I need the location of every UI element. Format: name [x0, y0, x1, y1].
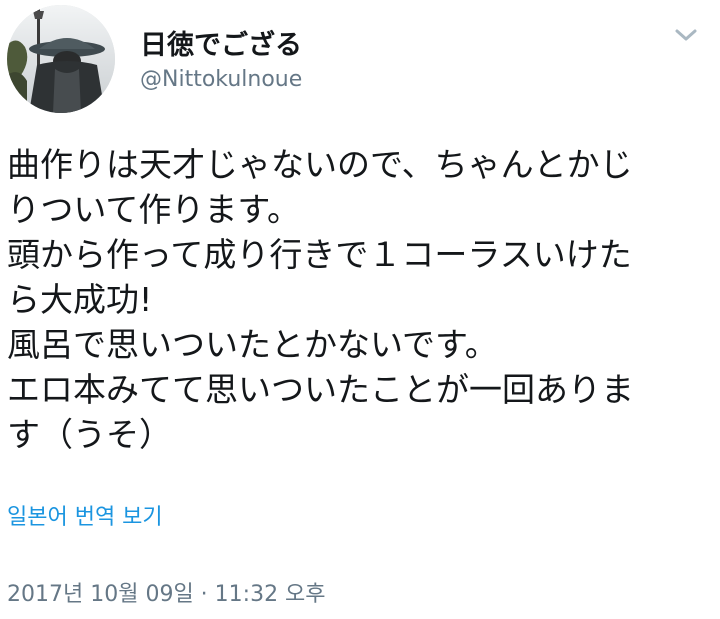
avatar-photo	[7, 5, 115, 113]
tweet-detail: 日徳でござる @Nittokulnoue 曲作りは天才じゃないので、ちゃんとかじ…	[0, 0, 720, 619]
tweet-text: 曲作りは天才じゃないので、ちゃんとかじ りついて作ります。 頭から作って成り行き…	[7, 142, 697, 457]
tweet-text-line: エロ本みてて思いついたことが一回ありま	[7, 370, 634, 409]
user-handle[interactable]: @Nittokulnoue	[140, 67, 302, 92]
tweet-text-line: りついて作ります。	[7, 190, 301, 229]
tweet-text-line: す（うそ）	[7, 415, 172, 454]
tweet-text-line: 風呂で思いついたとかないです。	[7, 325, 498, 364]
chevron-down-icon[interactable]	[672, 24, 700, 46]
tweet-text-line: 頭から作って成り行きで１コーラスいけた	[7, 235, 632, 274]
tweet-text-line: 曲作りは天才じゃないので、ちゃんとかじ	[7, 145, 633, 184]
avatar[interactable]	[7, 5, 115, 113]
tweet-timestamp[interactable]: 2017년 10월 09일 · 11:32 오후	[7, 576, 326, 608]
tweet-text-line: ら大成功!	[7, 280, 153, 319]
translate-tweet-link[interactable]: 일본어 번역 보기	[7, 499, 163, 531]
display-name[interactable]: 日徳でござる	[140, 23, 302, 62]
